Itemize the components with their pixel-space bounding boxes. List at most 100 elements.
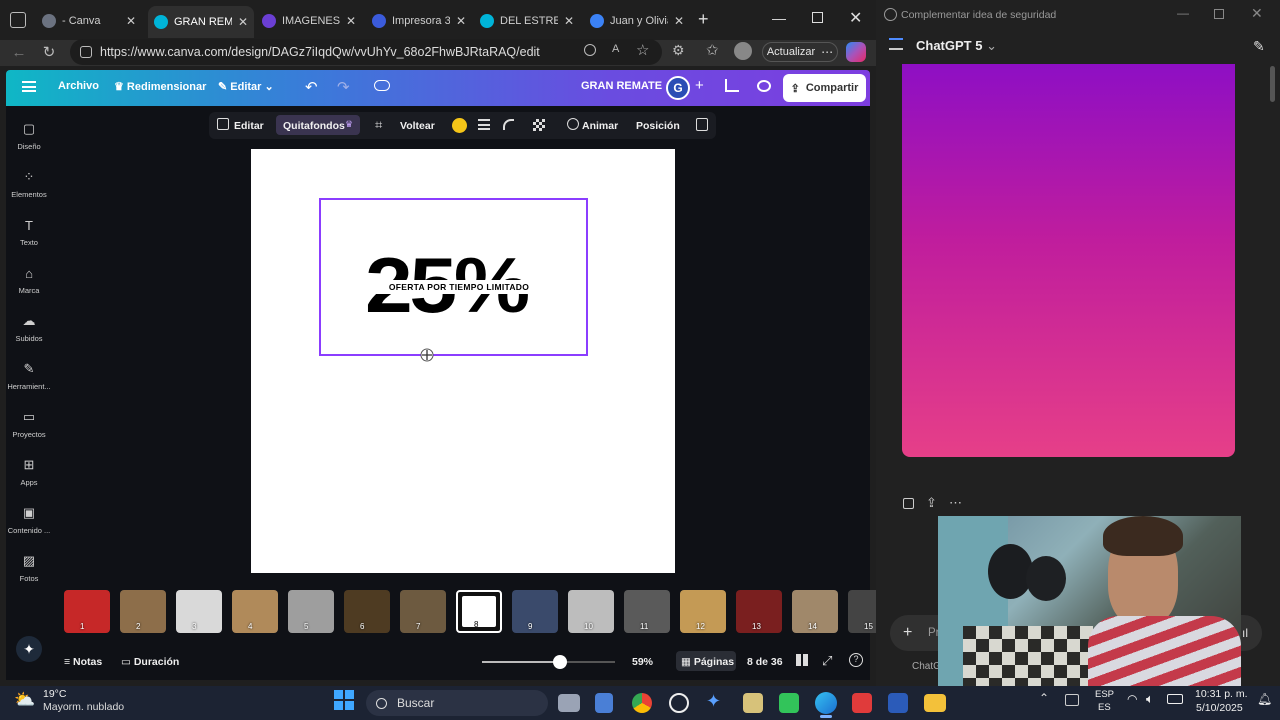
zoom-value[interactable]: 59% xyxy=(632,656,653,668)
browser-tab[interactable]: - Canva ✕ xyxy=(36,8,142,34)
anydesk-icon[interactable] xyxy=(852,693,872,713)
tab-actions-icon[interactable] xyxy=(10,12,26,28)
wifi-icon[interactable]: ◠ xyxy=(1127,692,1137,706)
minimize-icon[interactable]: — xyxy=(772,10,786,26)
notification-bell-icon[interactable]: 🔔︎ xyxy=(1257,692,1272,706)
page-thumbnail[interactable]: 9 xyxy=(512,590,558,633)
sidebar-item[interactable]: ▣ Contenido ... xyxy=(6,504,52,535)
page-thumbnail[interactable]: 14 xyxy=(792,590,838,633)
selection-box[interactable] xyxy=(319,198,588,356)
share-button[interactable]: ⇪ Compartir xyxy=(783,74,866,102)
chat-close-icon[interactable]: ✕ xyxy=(1251,5,1263,22)
update-button[interactable]: Actualizar ⋯ xyxy=(762,42,838,62)
new-chat-icon[interactable]: ✎ xyxy=(1253,38,1265,55)
copy-style-icon[interactable] xyxy=(696,118,708,131)
color-swatch[interactable] xyxy=(452,118,467,133)
browser-tab[interactable]: Juan y Olivia ✕ xyxy=(584,8,690,34)
chat-minimize-icon[interactable]: — xyxy=(1177,6,1189,20)
clock-date[interactable]: 5/10/2025 xyxy=(1196,702,1243,714)
undo-icon[interactable]: ↶ xyxy=(305,78,318,96)
move-handle-icon[interactable] xyxy=(420,348,434,362)
ctx-editar[interactable]: Editar xyxy=(234,120,264,132)
sidebar-item[interactable]: ⌂ Marca xyxy=(6,264,52,296)
animate-icon[interactable] xyxy=(567,118,579,130)
archivo-menu[interactable]: Archivo xyxy=(58,80,99,92)
weather-icon[interactable]: ⛅ xyxy=(14,690,35,710)
sidebar-item[interactable]: ⁘ Elementos xyxy=(6,168,52,199)
read-aloud-icon[interactable]: A xyxy=(612,43,619,55)
tab-close-icon[interactable]: ✕ xyxy=(238,15,248,29)
fullscreen-icon[interactable]: ⤢ xyxy=(822,653,832,669)
sidebar-item[interactable]: ▭ Proyectos xyxy=(6,408,52,439)
gemini-icon[interactable]: ✦ xyxy=(706,691,726,713)
sidebar-toggle-icon[interactable] xyxy=(889,38,903,50)
file-explorer-icon[interactable] xyxy=(924,694,946,712)
browser-tab[interactable]: IMAGENES P ✕ xyxy=(256,8,362,34)
ctx-animar[interactable]: Animar xyxy=(582,120,618,132)
magic-icon[interactable]: ✦ xyxy=(16,636,42,662)
comment-icon[interactable] xyxy=(757,80,771,92)
chat-scrollbar[interactable] xyxy=(1270,66,1275,102)
sidebar-item[interactable]: ⊞ Apps xyxy=(6,456,52,487)
copilot-icon[interactable] xyxy=(846,42,866,62)
browser-tab[interactable]: GRAN REMA ✕ xyxy=(148,6,254,38)
zoom-slider[interactable] xyxy=(482,655,615,669)
tab-close-icon[interactable]: ✕ xyxy=(346,14,356,28)
maximize-icon[interactable] xyxy=(812,12,823,23)
sidebar-item[interactable]: ▨ Fotos xyxy=(6,552,52,583)
menu-hamburger-icon[interactable] xyxy=(22,81,36,92)
page-thumbnail[interactable]: 4 xyxy=(232,590,278,633)
redimensionar-button[interactable]: ♛ Redimensionar xyxy=(114,80,206,93)
search-page-icon[interactable] xyxy=(584,44,596,56)
editar-menu[interactable]: ✎ Editar ⌄ xyxy=(218,80,274,93)
taskbar-search[interactable]: Buscar xyxy=(366,690,548,716)
more-icon[interactable]: ⋯ xyxy=(821,45,833,59)
page-thumbnail[interactable]: 2 xyxy=(120,590,166,633)
transparency-icon[interactable] xyxy=(533,119,545,131)
calculator-icon[interactable] xyxy=(595,693,613,713)
share-icon[interactable]: ⇪ xyxy=(926,495,937,511)
page-thumbnail[interactable]: 13 xyxy=(736,590,782,633)
crop-icon[interactable]: ⌗ xyxy=(375,117,382,133)
tab-close-icon[interactable]: ✕ xyxy=(126,14,136,28)
voice-icon[interactable]: ıl xyxy=(1242,626,1248,640)
border-style-icon[interactable] xyxy=(478,119,490,130)
battery-icon[interactable] xyxy=(1167,694,1183,704)
language-top[interactable]: ESP xyxy=(1095,689,1114,700)
chrome-icon[interactable] xyxy=(632,693,652,713)
duracion-button[interactable]: ▭ Duración xyxy=(121,656,179,668)
tab-close-icon[interactable]: ✕ xyxy=(674,14,684,28)
help-icon[interactable]: ? xyxy=(849,653,863,667)
tray-app-icon[interactable] xyxy=(1065,694,1079,706)
profile-avatar[interactable] xyxy=(734,42,752,60)
start-icon[interactable] xyxy=(334,690,354,710)
edge-icon[interactable] xyxy=(815,692,837,714)
browser-tab[interactable]: Impresora 3(✕ xyxy=(366,8,472,34)
volume-icon[interactable]: 🔈︎ xyxy=(1146,691,1154,707)
favorite-star-icon[interactable]: ☆ xyxy=(636,41,649,59)
weather-desc[interactable]: Mayorm. nublado xyxy=(43,701,124,713)
page-thumbnail[interactable]: 11 xyxy=(624,590,670,633)
capcut-icon[interactable] xyxy=(779,693,799,713)
sidebar-item[interactable]: ✎ Herramient... xyxy=(6,360,52,391)
tab-close-icon[interactable]: ✕ xyxy=(456,14,466,28)
clock-time[interactable]: 10:31 p. m. xyxy=(1195,688,1248,700)
chat-maximize-icon[interactable] xyxy=(1214,9,1224,19)
page-thumbnail[interactable]: 5 xyxy=(288,590,334,633)
page-thumbnail[interactable]: 6 xyxy=(344,590,390,633)
ctx-voltear[interactable]: Voltear xyxy=(400,120,435,132)
page-thumbnail[interactable]: 1 xyxy=(64,590,110,633)
corner-radius-icon[interactable] xyxy=(503,119,514,130)
edit-image-icon[interactable] xyxy=(217,118,229,130)
weather-temp[interactable]: 19°C xyxy=(43,688,66,700)
tab-close-icon[interactable]: ✕ xyxy=(564,14,574,28)
sidebar-item[interactable]: ☁ Subidos xyxy=(6,312,52,343)
model-selector[interactable]: ChatGPT 5 ⌄ xyxy=(916,38,997,54)
design-title[interactable]: GRAN REMATE xyxy=(581,80,662,92)
page-thumbnail[interactable]: 7 xyxy=(400,590,446,633)
page-thumbnail[interactable]: 12 xyxy=(680,590,726,633)
favorites-icon[interactable]: ✩ xyxy=(706,41,719,59)
reload-icon[interactable]: ↻ xyxy=(38,41,60,63)
url-field[interactable]: https://www.canva.com/design/DAGz7iIqdQw… xyxy=(70,39,662,65)
cloud-save-icon[interactable] xyxy=(374,80,390,91)
